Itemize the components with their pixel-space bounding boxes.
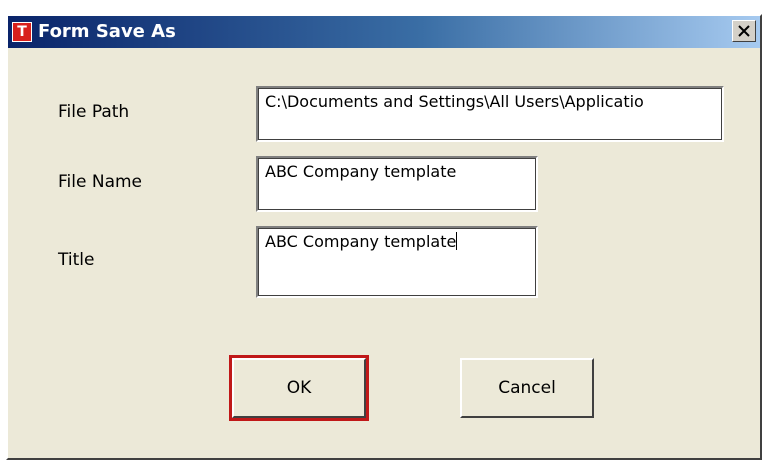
title-bar[interactable]: T Form Save As bbox=[8, 16, 760, 48]
file-path-label: File Path bbox=[58, 102, 130, 122]
file-name-value: ABC Company template bbox=[265, 162, 457, 181]
window-title: Form Save As bbox=[38, 21, 176, 42]
text-caret bbox=[456, 232, 458, 250]
file-path-field[interactable]: C:\Documents and Settings\All Users\Appl… bbox=[256, 86, 724, 142]
file-name-label: File Name bbox=[58, 172, 143, 192]
ok-button[interactable]: OK bbox=[229, 355, 369, 421]
title-field[interactable]: ABC Company template bbox=[256, 226, 538, 298]
close-icon bbox=[738, 25, 750, 37]
file-path-value: C:\Documents and Settings\All Users\Appl… bbox=[265, 92, 644, 111]
cancel-button[interactable]: Cancel bbox=[460, 358, 594, 418]
app-icon: T bbox=[12, 22, 32, 42]
save-as-dialog: T Form Save As File Path C:\Documents an… bbox=[6, 14, 762, 460]
close-button[interactable] bbox=[732, 20, 756, 42]
title-value: ABC Company template bbox=[265, 232, 457, 251]
file-name-field[interactable]: ABC Company template bbox=[256, 156, 538, 212]
title-label: Title bbox=[58, 250, 95, 270]
